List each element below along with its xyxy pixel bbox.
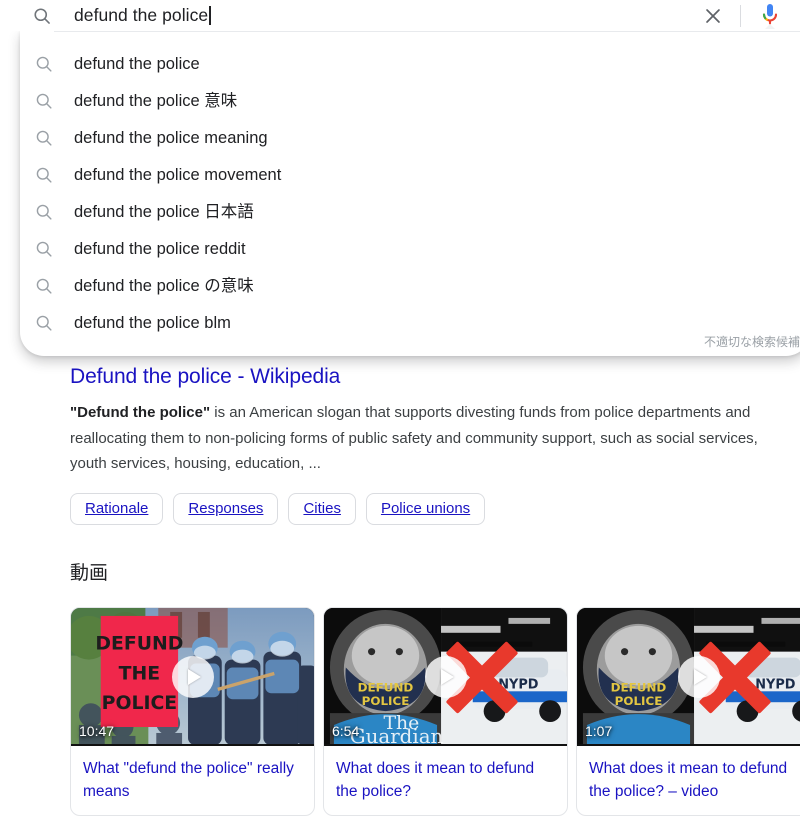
suggestion-item[interactable]: defund the police 意味 — [20, 82, 800, 119]
video-thumbnail[interactable]: NYPD — [577, 607, 800, 746]
video-title[interactable]: What does it mean to defund the police? … — [577, 746, 800, 815]
search-icon — [34, 91, 54, 111]
suggestion-label: defund the police blm — [74, 313, 231, 332]
suggestion-label: defund the police meaning — [74, 128, 268, 147]
suggestion-item[interactable]: defund the police blm — [20, 304, 800, 341]
suggestion-label: defund the police の意味 — [74, 276, 254, 295]
search-icon — [34, 313, 54, 333]
play-icon[interactable] — [677, 655, 720, 698]
suggestion-list: defund the police defund the police 意味 d… — [20, 45, 800, 341]
suggestion-item[interactable]: defund the police meaning — [20, 119, 800, 156]
result-snippet: "Defund the police" is an American sloga… — [70, 400, 770, 477]
search-icon — [34, 165, 54, 185]
suggestion-label: defund the police reddit — [74, 239, 246, 258]
divider — [740, 4, 741, 27]
suggestion-label: defund the police — [74, 54, 200, 73]
suggestion-label: defund the police 意味 — [74, 91, 238, 110]
video-duration: 10:47 — [79, 722, 115, 739]
video-duration: 1:07 — [585, 722, 613, 739]
svg-text:THE: THE — [119, 663, 160, 684]
report-suggestions-link[interactable]: 不適切な検索候補の — [704, 333, 800, 350]
google-search-page: defund the police defund the police defu… — [0, 0, 800, 829]
video-thumbnail[interactable]: DEFUND THE POLICE 10:47 — [71, 607, 314, 746]
result-title-link[interactable]: Defund the police - Wikipedia — [70, 363, 800, 391]
text-caret — [209, 6, 211, 25]
search-suggestions-dropdown: defund the police defund the police 意味 d… — [20, 31, 800, 356]
suggestion-item[interactable]: defund the police — [20, 45, 800, 82]
svg-text:POLICE: POLICE — [615, 694, 663, 708]
result-item-wikipedia: Defund the police - Wikipedia "Defund th… — [0, 363, 800, 525]
video-card[interactable]: DEFUND THE POLICE 10:47 What "defund the… — [70, 606, 315, 816]
svg-text:DEFUND: DEFUND — [95, 633, 183, 654]
search-icon — [32, 6, 52, 26]
video-duration: 6:54 — [332, 722, 360, 739]
suggestion-item[interactable]: defund the police 日本語 — [20, 193, 800, 230]
play-icon[interactable] — [424, 655, 467, 698]
svg-text:Guardian: Guardian — [350, 724, 444, 744]
video-card[interactable]: NYPD — [323, 606, 568, 816]
suggestion-item[interactable]: defund the police reddit — [20, 230, 800, 267]
video-card[interactable]: NYPD — [576, 606, 800, 816]
sitelink-chip-responses[interactable]: Responses — [173, 492, 279, 525]
search-bar: defund the police — [0, 0, 800, 31]
sitelink-chip-rationale[interactable]: Rationale — [70, 492, 164, 525]
sitelink-chip-cities[interactable]: Cities — [288, 492, 356, 525]
search-icon — [34, 239, 54, 259]
search-icon — [34, 202, 54, 222]
divider — [54, 31, 800, 32]
microphone-icon[interactable] — [758, 3, 782, 29]
videos-section: 動画 DEFUND THE POLICE 10:47 What "defund … — [0, 561, 800, 816]
close-icon[interactable] — [700, 3, 726, 29]
video-carousel: DEFUND THE POLICE 10:47 What "defund the… — [70, 606, 800, 816]
search-input-value: defund the police — [74, 5, 209, 25]
snippet-bold-term: "Defund the police" — [70, 404, 211, 421]
svg-text:DEFUND: DEFUND — [611, 680, 667, 694]
search-icon — [34, 54, 54, 74]
play-icon[interactable] — [171, 655, 214, 698]
sitelink-chip-police-unions[interactable]: Police unions — [365, 492, 486, 525]
suggestion-label: defund the police movement — [74, 165, 282, 184]
suggestion-item[interactable]: defund the police movement — [20, 156, 800, 193]
svg-text:POLICE: POLICE — [362, 694, 410, 708]
section-heading-videos: 動画 — [70, 561, 109, 584]
video-title[interactable]: What does it mean to defund the police? — [324, 746, 567, 815]
search-icon — [34, 128, 54, 148]
svg-text:DEFUND: DEFUND — [358, 680, 414, 694]
search-results: Defund the police - Wikipedia "Defund th… — [0, 356, 800, 816]
suggestion-label: defund the police 日本語 — [74, 202, 254, 221]
video-title[interactable]: What "defund the police" really means — [71, 746, 314, 815]
suggestion-item[interactable]: defund the police の意味 — [20, 267, 800, 304]
video-thumbnail[interactable]: NYPD — [324, 607, 567, 746]
svg-text:POLICE: POLICE — [102, 693, 178, 714]
search-icon — [34, 276, 54, 296]
search-input[interactable]: defund the police — [74, 0, 700, 31]
sitelink-chips: Rationale Responses Cities Police unions — [70, 492, 800, 525]
